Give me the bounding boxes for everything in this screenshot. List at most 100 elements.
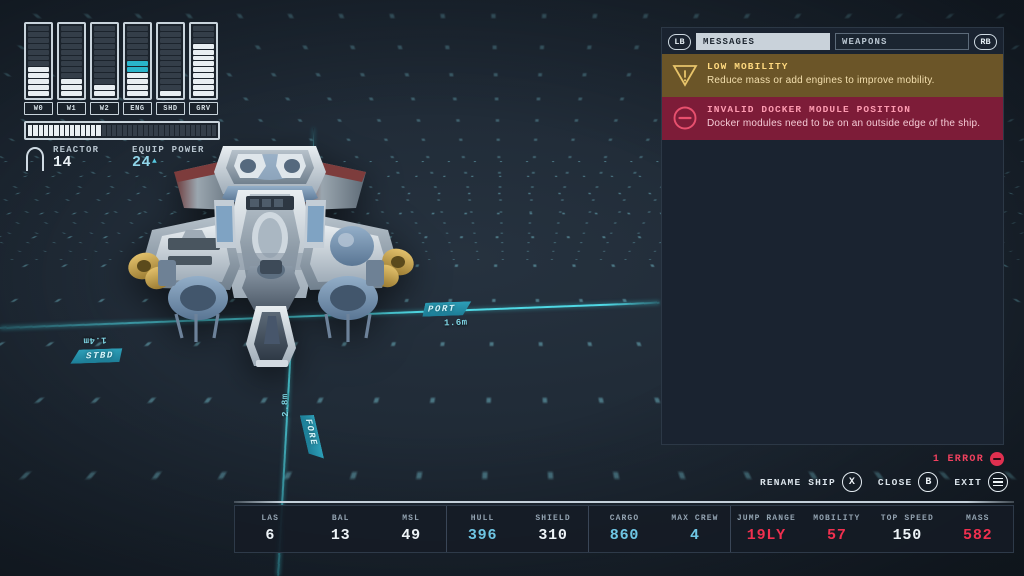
reactor-meter-segment xyxy=(81,125,85,136)
message-item-invalid-docker[interactable]: INVALID DOCKER MODULE POSITION Docker mo… xyxy=(662,97,1003,140)
power-bar-w1[interactable]: W1 xyxy=(57,22,86,115)
power-segment xyxy=(193,79,214,84)
message-item-low-mobility[interactable]: LOW MOBILITY Reduce mass or add engines … xyxy=(662,54,1003,97)
stat-label: MASS xyxy=(966,514,990,523)
warning-triangle-icon xyxy=(672,62,698,88)
stat-label: HULL xyxy=(471,514,495,523)
power-segment xyxy=(160,26,181,31)
reactor-meter-segment xyxy=(28,125,32,136)
power-segment xyxy=(160,85,181,90)
stat-label: LAS xyxy=(261,514,279,523)
power-segment xyxy=(28,44,49,49)
error-circle-icon xyxy=(990,452,1004,466)
stat-cargo: CARGO 860 xyxy=(589,506,659,552)
key-b-icon: B xyxy=(918,472,938,492)
stat-label: MAX CREW xyxy=(671,514,718,523)
error-circle-icon xyxy=(672,105,698,131)
stat-group-defense: HULL 396 SHIELD 310 xyxy=(446,506,588,552)
power-segment xyxy=(61,32,82,37)
power-bar-shd[interactable]: SHD xyxy=(156,22,185,115)
power-segment xyxy=(61,91,82,96)
power-segment xyxy=(61,44,82,49)
reactor-meter-segment xyxy=(86,125,90,136)
reactor-meter-segment xyxy=(133,125,137,136)
stat-label: BAL xyxy=(332,514,350,523)
stat-group-capacity: CARGO 860 MAX CREW 4 xyxy=(588,506,730,552)
power-segment xyxy=(127,26,148,31)
power-segment xyxy=(193,73,214,78)
stat-bal: BAL 13 xyxy=(305,506,375,552)
power-segment xyxy=(94,38,115,43)
left-bumper-icon[interactable]: LB xyxy=(668,34,691,50)
reactor-meter-segment xyxy=(212,125,216,136)
power-bar-w0[interactable]: W0 xyxy=(24,22,53,115)
stat-top-speed: TOP SPEED 150 xyxy=(872,506,942,552)
stat-shield: SHIELD 310 xyxy=(518,506,588,552)
power-segment xyxy=(28,26,49,31)
close-button[interactable]: CLOSE B xyxy=(878,472,939,492)
stat-label: SHIELD xyxy=(535,514,570,523)
power-segment xyxy=(160,32,181,37)
reactor-meter-segment xyxy=(44,125,48,136)
stat-mobility: MOBILITY 57 xyxy=(802,506,872,552)
axis-measure-fore: 2.8m xyxy=(280,393,291,417)
power-segment xyxy=(160,61,181,66)
message-title: LOW MOBILITY xyxy=(707,61,935,72)
power-bar-grv[interactable]: GRV xyxy=(189,22,218,115)
power-bar-segments-grv xyxy=(189,22,218,100)
tab-messages[interactable]: MESSAGES xyxy=(696,33,830,50)
tab-weapons[interactable]: WEAPONS xyxy=(835,33,969,50)
stat-value: 310 xyxy=(538,527,567,544)
ship-model[interactable] xyxy=(110,138,430,373)
reactor-meter-segment xyxy=(33,125,37,136)
equip-power-readout: EQUIP POWER 24▲ xyxy=(132,145,205,172)
power-segment xyxy=(94,85,115,90)
power-segment xyxy=(28,91,49,96)
reactor-meter-segment xyxy=(96,125,100,136)
reactor-meter-segment xyxy=(186,125,190,136)
stat-value: 4 xyxy=(690,527,700,544)
stats-bar-divider xyxy=(234,501,1014,503)
reactor-meter-segment xyxy=(65,125,69,136)
power-bar-eng[interactable]: ENG xyxy=(123,22,152,115)
reactor-readout: REACTOR 14 xyxy=(53,145,125,172)
power-bar-label-shd: SHD xyxy=(156,102,185,115)
power-segment xyxy=(127,91,148,96)
key-x-icon: X xyxy=(842,472,862,492)
power-segment xyxy=(94,26,115,31)
right-bumper-icon[interactable]: RB xyxy=(974,34,997,50)
close-label: CLOSE xyxy=(878,477,913,488)
reactor-meter-segment xyxy=(180,125,184,136)
power-bar-label-grv: GRV xyxy=(189,102,218,115)
stat-value: 150 xyxy=(893,527,922,544)
power-segment xyxy=(160,38,181,43)
exit-label: EXIT xyxy=(954,477,982,488)
power-bar-w2[interactable]: W2 xyxy=(90,22,119,115)
power-segment xyxy=(193,56,214,61)
power-segment xyxy=(160,73,181,78)
reactor-meter-segment xyxy=(138,125,142,136)
exit-button[interactable]: EXIT xyxy=(954,472,1008,492)
power-bar-label-w0: W0 xyxy=(24,102,53,115)
stat-value: 49 xyxy=(401,527,421,544)
power-segment xyxy=(94,44,115,49)
stat-hull: HULL 396 xyxy=(447,506,517,552)
stat-max-crew: MAX CREW 4 xyxy=(660,506,730,552)
power-segment xyxy=(94,73,115,78)
reactor-meter-segment xyxy=(201,125,205,136)
power-segment xyxy=(160,50,181,55)
power-segment xyxy=(193,67,214,72)
ship-stats-bar: LAS 6 BAL 13 MSL 49 HULL 396 SHIELD 310 CARGO 860 MA… xyxy=(234,505,1014,553)
reactor-meter-segment xyxy=(39,125,43,136)
reactor-meter-segment xyxy=(159,125,163,136)
error-count-label: 1 ERROR xyxy=(933,454,984,465)
power-segment xyxy=(94,61,115,66)
stat-label: TOP SPEED xyxy=(881,514,934,523)
power-bar-segments-w1 xyxy=(57,22,86,100)
power-bar-segments-w0 xyxy=(24,22,53,100)
reactor-meter-segment xyxy=(107,125,111,136)
reactor-meter-segment xyxy=(207,125,211,136)
rename-ship-button[interactable]: RENAME SHIP X xyxy=(760,472,862,492)
power-segment xyxy=(127,79,148,84)
power-bar-row[interactable]: W0 W1 W2 ENG SHD GRV xyxy=(24,22,220,115)
